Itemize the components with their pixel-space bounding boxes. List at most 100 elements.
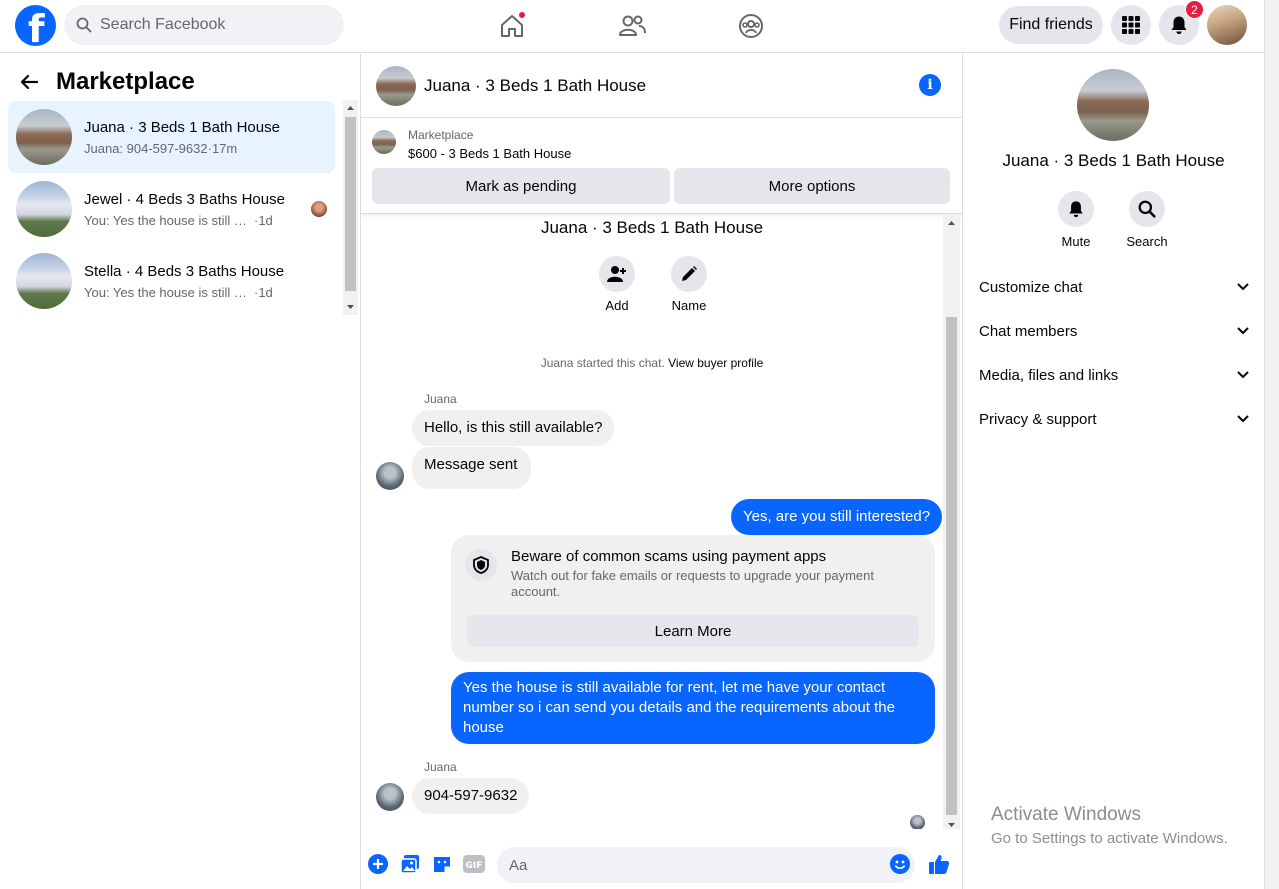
chat-started-notice: Juana started this chat. View buyer prof… — [540, 356, 764, 370]
add-label: Add — [605, 298, 629, 313]
name-label: Name — [671, 298, 707, 313]
thread-intro-title: Juana · 3 Beds 1 Bath House — [540, 218, 764, 237]
outgoing-message[interactable]: Yes, are you still interested? — [731, 499, 943, 535]
name-action[interactable]: Name — [659, 256, 719, 313]
listing-thumbnail-small[interactable] — [372, 130, 396, 154]
profile-avatar[interactable] — [1207, 5, 1247, 45]
friends-nav-button[interactable] — [612, 8, 652, 44]
search-label: Search — [1126, 234, 1168, 249]
chat-listing-thumbnail[interactable] — [376, 66, 416, 106]
chevron-down-icon — [1237, 415, 1249, 423]
emoji-icon[interactable] — [889, 853, 911, 875]
customize-chat-section[interactable]: Customize chat — [971, 267, 1257, 307]
conversation-title: Stella · 4 Beds 3 Baths House — [84, 262, 285, 280]
privacy-support-section[interactable]: Privacy & support — [971, 399, 1257, 439]
scrollbar-thumb[interactable] — [946, 317, 957, 815]
facebook-logo[interactable]: f — [15, 5, 56, 46]
scrollbar-thumb[interactable] — [345, 117, 356, 291]
section-label: Chat members — [979, 322, 1078, 340]
seen-avatar — [311, 201, 327, 217]
listing-thumbnail — [16, 181, 72, 237]
scam-warning-body: Watch out for fake emails or requests to… — [511, 568, 874, 599]
sticker-icon[interactable] — [431, 853, 453, 875]
scam-warning-title: Beware of common scams using payment app… — [511, 548, 827, 565]
page-title: Marketplace — [56, 68, 195, 95]
incoming-message[interactable]: Message sent — [412, 447, 531, 489]
conversation-time: ·1d — [254, 212, 273, 228]
message-input-box[interactable] — [497, 847, 915, 883]
thumbs-up-icon[interactable] — [928, 853, 950, 875]
conversation-list-panel: Marketplace Juana · 3 Beds 1 Bath House … — [0, 54, 361, 889]
conversation-time: ·1d — [254, 284, 273, 300]
chat-name: Juana · 3 Beds 1 Bath House — [1002, 151, 1225, 170]
chevron-down-icon — [1237, 327, 1249, 335]
groups-nav-button[interactable] — [731, 8, 771, 44]
mute-action[interactable]: Mute — [1046, 191, 1106, 249]
add-person-icon — [607, 265, 627, 283]
section-label: Privacy & support — [979, 410, 1097, 428]
message-thread-scrollbar[interactable] — [943, 215, 960, 829]
plus-circle-icon[interactable] — [367, 853, 389, 875]
panel-header: Marketplace — [20, 68, 195, 96]
outgoing-message[interactable]: Yes the house is still available for ren… — [451, 672, 935, 744]
chat-members-section[interactable]: Chat members — [971, 311, 1257, 351]
add-people-action[interactable]: Add — [587, 256, 647, 313]
learn-more-button[interactable]: Learn More — [467, 615, 919, 647]
sender-avatar[interactable] — [376, 462, 404, 490]
search-input[interactable] — [100, 16, 320, 34]
conversation-preview: You: Yes the house is still availab... — [84, 212, 254, 228]
conversation-item[interactable]: Juana · 3 Beds 1 Bath House Juana: 904-5… — [8, 101, 335, 173]
home-notification-dot — [518, 11, 526, 19]
find-friends-button[interactable]: Find friends — [999, 6, 1103, 44]
photo-icon[interactable] — [399, 853, 421, 875]
top-navigation-bar: f Find friends 2 — [0, 0, 1264, 53]
shield-icon — [465, 549, 497, 581]
svg-text:GIF: GIF — [466, 861, 483, 871]
view-buyer-profile-link[interactable]: View buyer profile — [668, 356, 763, 370]
grid-menu-icon — [1121, 15, 1141, 35]
notification-count-badge: 2 — [1185, 0, 1204, 19]
conversation-preview: Juana: 904-597-9632 — [84, 140, 208, 156]
friends-icon — [618, 13, 646, 39]
more-options-button[interactable]: More options — [674, 168, 950, 204]
listing-price-title[interactable]: $600 - 3 Beds 1 Bath House — [408, 146, 571, 161]
sender-avatar[interactable] — [376, 783, 404, 811]
gif-icon[interactable]: GIF — [463, 853, 485, 875]
media-files-links-section[interactable]: Media, files and links — [971, 355, 1257, 395]
bell-icon — [1067, 200, 1085, 218]
page-scrollbar[interactable] — [1264, 0, 1279, 889]
conversation-list-scrollbar[interactable] — [343, 100, 358, 315]
section-label: Media, files and links — [979, 366, 1119, 384]
mark-as-pending-button[interactable]: Mark as pending — [372, 168, 670, 204]
chat-avatar-large[interactable] — [1077, 69, 1149, 141]
message-input[interactable] — [509, 856, 869, 874]
search-icon — [76, 17, 92, 33]
sender-name: Juana — [424, 392, 457, 406]
bell-icon — [1169, 15, 1189, 35]
pencil-icon — [680, 265, 698, 283]
marketplace-listing-bar: Marketplace $600 - 3 Beds 1 Bath House M… — [361, 118, 962, 214]
read-receipt-avatar — [910, 815, 925, 829]
conversation-preview: You: Yes the house is still available ..… — [84, 284, 254, 300]
conversation-item[interactable]: Stella · 4 Beds 3 Baths House You: Yes t… — [8, 245, 335, 317]
sender-name: Juana — [424, 760, 457, 774]
listing-thumbnail — [16, 109, 72, 165]
conversation-item[interactable]: Jewel · 4 Beds 3 Baths House You: Yes th… — [8, 173, 335, 245]
chat-details-panel: Juana · 3 Beds 1 Bath House Mute Search … — [963, 54, 1264, 889]
chat-title[interactable]: Juana · 3 Beds 1 Bath House — [424, 76, 646, 96]
incoming-message[interactable]: 904-597-9632 — [412, 778, 530, 814]
chevron-down-icon — [1237, 371, 1249, 379]
groups-icon — [738, 13, 764, 39]
chat-header: Juana · 3 Beds 1 Bath House i — [361, 54, 962, 118]
chat-panel: Juana · 3 Beds 1 Bath House i Marketplac… — [361, 54, 963, 889]
scam-warning-card: Beware of common scams using payment app… — [451, 535, 935, 662]
search-in-chat-action[interactable]: Search — [1117, 191, 1177, 249]
section-label: Customize chat — [979, 278, 1083, 296]
listing-source: Marketplace — [408, 128, 474, 142]
menu-button[interactable] — [1111, 5, 1151, 45]
search-box[interactable] — [64, 5, 344, 45]
back-arrow-icon[interactable] — [20, 74, 38, 90]
home-nav-button[interactable] — [492, 8, 532, 44]
incoming-message[interactable]: Hello, is this still available? — [412, 410, 615, 446]
info-icon[interactable]: i — [919, 74, 941, 96]
